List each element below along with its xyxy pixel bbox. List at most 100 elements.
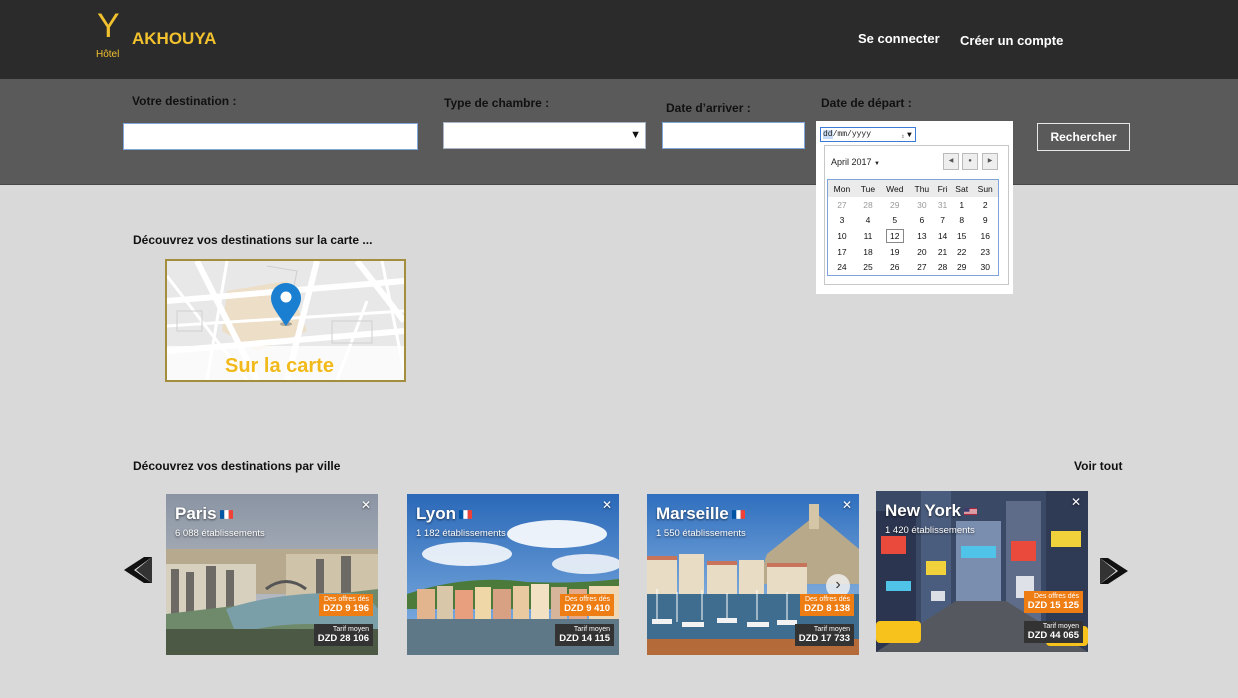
france-flag-icon bbox=[219, 510, 233, 519]
calendar-day[interactable]: 14 bbox=[934, 228, 951, 244]
calendar-day[interactable]: 12 bbox=[880, 228, 909, 244]
weekday-header: Thu bbox=[909, 180, 935, 197]
today-button[interactable]: ● bbox=[962, 153, 978, 170]
dropdown-arrow-icon: ▼ bbox=[630, 129, 641, 141]
calendar-day[interactable]: 5 bbox=[880, 213, 909, 229]
departure-date-input[interactable]: dd/mm/yyyy ⇕ ▼ bbox=[820, 127, 916, 142]
arrival-date-input[interactable] bbox=[662, 122, 805, 149]
calendar-day[interactable]: 30 bbox=[910, 197, 935, 213]
city-count: 1 420 établissements bbox=[885, 525, 975, 536]
calendar-month-select[interactable]: April 2017 ▼ bbox=[831, 157, 880, 167]
calendar-day[interactable]: 18 bbox=[856, 244, 880, 260]
see-all-link[interactable]: Voir tout bbox=[1074, 459, 1122, 473]
calendar-day[interactable]: 28 bbox=[856, 197, 880, 213]
calendar-day[interactable]: 13 bbox=[910, 228, 935, 244]
date-rest-segment[interactable]: /mm/yyyy bbox=[833, 130, 871, 139]
calendar-day[interactable]: 22 bbox=[951, 244, 973, 260]
calendar-day[interactable]: 1 bbox=[951, 197, 973, 213]
usa-flag-icon bbox=[963, 508, 977, 515]
calendar-day[interactable]: 26 bbox=[880, 259, 909, 275]
top-navbar: Y Hôtel AKHOUYA Se connecter Créer un co… bbox=[0, 0, 1238, 79]
weekday-header: Sun bbox=[972, 180, 998, 197]
average-rate-badge: Tarif moyen DZD 17 733 bbox=[794, 624, 854, 646]
city-card-lyon[interactable]: Lyon 1 182 établissements ✕ Des offres d… bbox=[407, 494, 619, 655]
calendar-day[interactable]: 2 bbox=[972, 197, 998, 213]
calendar-day[interactable]: 20 bbox=[910, 244, 935, 260]
search-bar: Votre destination : Type de chambre : Da… bbox=[0, 79, 1238, 185]
departure-label: Date de départ : bbox=[821, 96, 912, 110]
map-card[interactable]: Sur la carte bbox=[165, 259, 406, 382]
logo-letter[interactable]: Y bbox=[97, 6, 120, 46]
calendar-day[interactable]: 15 bbox=[951, 228, 973, 244]
city-section-title: Découvrez vos destinations par ville bbox=[133, 459, 341, 473]
map-card-label: Sur la carte bbox=[225, 355, 334, 377]
calendar-day[interactable]: 27 bbox=[828, 197, 856, 213]
weekday-header: Wed bbox=[880, 180, 910, 197]
city-card-marseille[interactable]: Marseille 1 550 établissements ✕ › Des o… bbox=[647, 494, 859, 655]
city-card-paris[interactable]: Paris 6 088 établissements ✕ Des offres … bbox=[166, 494, 378, 655]
signup-link[interactable]: Créer un compte bbox=[960, 33, 1063, 48]
brand-name[interactable]: AKHOUYA bbox=[132, 29, 216, 49]
calendar-day[interactable]: 28 bbox=[934, 259, 951, 275]
departure-datepicker: dd/mm/yyyy ⇕ ▼ April 2017 ▼ ◀ ● ▶ Mon Tue… bbox=[816, 121, 1013, 294]
calendar-dropdown-icon[interactable]: ▼ bbox=[907, 129, 912, 142]
average-rate-badge: Tarif moyen DZD 28 106 bbox=[313, 624, 373, 646]
offer-badge: Des offres dés DZD 9 196 bbox=[319, 594, 373, 616]
calendar-day[interactable]: 29 bbox=[951, 259, 973, 275]
city-name: Paris bbox=[175, 504, 233, 524]
calendar-day[interactable]: 7 bbox=[934, 213, 951, 229]
close-icon[interactable]: ✕ bbox=[361, 498, 371, 512]
room-type-label: Type de chambre : bbox=[444, 96, 550, 110]
calendar-day[interactable]: 30 bbox=[972, 259, 998, 275]
france-flag-icon bbox=[731, 510, 745, 519]
arrival-label: Date d’arriver : bbox=[666, 101, 751, 115]
weekday-header: Fri bbox=[934, 180, 951, 197]
next-month-button[interactable]: ▶ bbox=[982, 153, 998, 170]
average-rate-badge: Tarif moyen DZD 44 065 bbox=[1023, 621, 1083, 643]
city-count: 6 088 établissements bbox=[175, 528, 265, 539]
calendar-day[interactable]: 3 bbox=[828, 213, 856, 229]
calendar-day[interactable]: 8 bbox=[951, 213, 973, 229]
date-day-segment[interactable]: dd bbox=[823, 130, 833, 139]
calendar-day[interactable]: 4 bbox=[856, 213, 880, 229]
close-icon[interactable]: ✕ bbox=[842, 498, 852, 512]
spinner-icon[interactable]: ⇕ bbox=[901, 130, 905, 143]
weekday-header: Mon bbox=[828, 180, 856, 197]
carousel-next-arrow-icon[interactable] bbox=[1100, 558, 1130, 584]
close-icon[interactable]: ✕ bbox=[602, 498, 612, 512]
calendar-day[interactable]: 10 bbox=[828, 228, 856, 244]
close-icon[interactable]: ✕ bbox=[1071, 495, 1081, 509]
destination-label: Votre destination : bbox=[132, 94, 237, 108]
calendar-day[interactable]: 23 bbox=[972, 244, 998, 260]
calendar-day[interactable]: 31 bbox=[934, 197, 951, 213]
calendar-day[interactable]: 6 bbox=[910, 213, 935, 229]
calendar-day[interactable]: 19 bbox=[880, 244, 909, 260]
calendar-day[interactable]: 11 bbox=[856, 228, 880, 244]
room-type-select[interactable]: ▼ bbox=[443, 122, 646, 149]
calendar-day[interactable]: 25 bbox=[856, 259, 880, 275]
carousel-prev-arrow-icon[interactable] bbox=[122, 557, 152, 583]
previous-month-button[interactable]: ◀ bbox=[943, 153, 959, 170]
city-count: 1 182 établissements bbox=[416, 528, 506, 539]
weekday-header: Sat bbox=[950, 180, 973, 197]
logo-subtitle: Hôtel bbox=[96, 49, 120, 60]
calendar-day[interactable]: 17 bbox=[828, 244, 856, 260]
france-flag-icon bbox=[458, 510, 472, 519]
search-button[interactable]: Rechercher bbox=[1037, 123, 1130, 151]
city-card-new-york[interactable]: New York 1 420 établissements ✕ Des offr… bbox=[876, 491, 1088, 652]
city-name: Lyon bbox=[416, 504, 472, 524]
calendar-day[interactable]: 27 bbox=[910, 259, 935, 275]
calendar-day[interactable]: 24 bbox=[828, 259, 856, 275]
calendar-grid: Mon Tue Wed Thu Fri Sat Sun 27 28 29 30 31 1 2 3 4 5 6 7 8… bbox=[827, 179, 999, 276]
offer-badge: Des offres dés DZD 8 138 bbox=[800, 594, 854, 616]
calendar-day[interactable]: 29 bbox=[880, 197, 909, 213]
calendar-day[interactable]: 21 bbox=[934, 244, 951, 260]
offer-badge: Des offres dés DZD 9 410 bbox=[560, 594, 614, 616]
chevron-down-icon: ▼ bbox=[874, 161, 880, 167]
average-rate-badge: Tarif moyen DZD 14 115 bbox=[555, 624, 614, 646]
calendar-day[interactable]: 16 bbox=[972, 228, 998, 244]
destination-input[interactable] bbox=[123, 123, 418, 150]
map-section-title: Découvrez vos destinations sur la carte … bbox=[133, 233, 373, 247]
login-link[interactable]: Se connecter bbox=[858, 31, 940, 46]
calendar-day[interactable]: 9 bbox=[972, 213, 998, 229]
